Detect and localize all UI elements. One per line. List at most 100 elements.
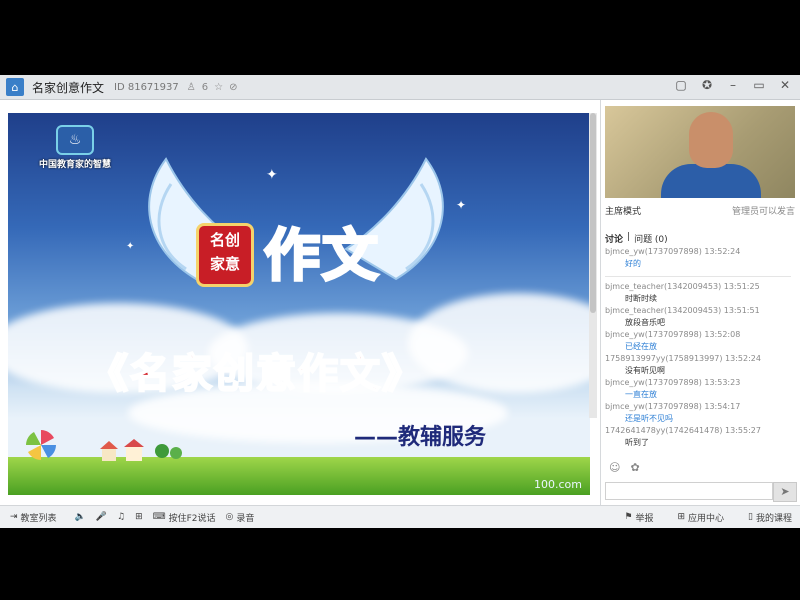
message-text: 还是听不见吗 <box>625 414 673 423</box>
maximize-icon[interactable]: ▭ <box>752 78 766 92</box>
watermark: 100.com <box>534 478 582 491</box>
presentation-slide: ♨ 中国教育家的智慧 ✦ ✦ ✦ 名创 家意 作文 《名家创意作文》 ——教辅服… <box>8 113 590 495</box>
message-meta: bjmce_teacher(1342009453) 13:51:25 <box>605 282 760 291</box>
app-center-button[interactable]: ⊞ 应用中心 <box>677 511 724 524</box>
mode-row: 主席模式 管理员可以发言 <box>605 204 795 217</box>
svg-text:✦: ✦ <box>456 198 466 212</box>
message-text: 好的 <box>625 259 641 268</box>
chat-input[interactable] <box>605 482 773 500</box>
book-icon: ▯ <box>748 512 753 522</box>
chat-message: bjmce_teacher(1342009453) 13:51:25 时断时续 <box>605 281 791 305</box>
title-badge: 名创 家意 <box>196 223 254 287</box>
keyboard-icon: ⌨ <box>152 512 166 522</box>
main-title: 《名家创意作文》 <box>87 349 424 398</box>
record-label: 录音 <box>236 513 255 524</box>
chat-message: bjmce_yw(1737097898) 13:53:23 一直在放 <box>605 377 791 401</box>
chat-log[interactable]: bjmce_yw(1737097898) 13:52:24 好的 bjmce_t… <box>605 246 791 456</box>
chat-tools: ☺ ✿ <box>609 461 640 474</box>
report-icon: ⚑ <box>624 512 633 522</box>
exit-icon: ⇥ <box>10 512 18 522</box>
svg-text:✦: ✦ <box>266 167 278 183</box>
bottom-right-actions: ⚑ 举报 ⊞ 应用中心 ▯ 我的课程 <box>614 506 792 528</box>
badge-line: 名创 <box>209 231 240 249</box>
courseware-list-label: 教室列表 <box>20 513 57 524</box>
bottom-toolbar: ⇥ 教室列表 🔈 🎤 ♫ ⊞ ⌨ 按住F2说话 ◎ 录音 ⚑ 举报 ⊞ 应用中心… <box>0 505 800 528</box>
room-id: ID 81671937 <box>114 81 179 93</box>
video-person-shirt <box>661 164 761 198</box>
message-text: 一直在放 <box>625 390 657 399</box>
record-icon: ◎ <box>225 512 234 522</box>
apps-icon: ⊞ <box>677 512 686 522</box>
report-label: 举报 <box>635 513 654 524</box>
viewer-count: 6 <box>201 81 209 93</box>
right-panel: 主席模式 管理员可以发言 讨论 | 问题 (0) bjmce_yw(173709… <box>600 100 800 505</box>
teacher-video[interactable] <box>605 106 795 198</box>
share-icon[interactable]: ⊘ <box>229 82 237 93</box>
music-icon[interactable]: ♫ <box>117 512 125 522</box>
courseware-list-button[interactable]: ⇥ 教室列表 <box>10 511 57 524</box>
message-meta: bjmce_yw(1737097898) 13:54:17 <box>605 402 741 411</box>
message-meta: bjmce_yw(1737097898) 13:52:08 <box>605 330 741 339</box>
hero-title: 作文 <box>263 222 380 291</box>
star-icon[interactable]: ☆ <box>214 82 223 93</box>
badge-line: 家意 <box>209 255 240 273</box>
chat-tabs: 讨论 | 问题 (0) <box>605 232 668 245</box>
message-text: 放段音乐吧 <box>625 318 665 327</box>
classroom-window: ⌂ 名家创意作文 ID 81671937 ♙ 6 ☆ ⊘ ▢ ✪ – ▭ ✕ ♨… <box>0 75 800 528</box>
send-icon: ➤ <box>780 485 790 498</box>
message-text: 没有听见啊 <box>625 366 665 375</box>
window-controls: ▢ ✪ – ▭ ✕ <box>674 78 792 92</box>
minimize-icon[interactable]: – <box>726 78 740 92</box>
speaker-icon[interactable]: 🔈 <box>75 512 86 522</box>
slide-logo: ♨ 中国教育家的智慧 <box>34 125 116 170</box>
record-button[interactable]: ◎ 录音 <box>226 511 255 524</box>
mode-label[interactable]: 主席模式 <box>605 204 641 217</box>
home-icon[interactable]: ⌂ <box>6 78 24 96</box>
volume-control-icon[interactable]: ⊞ <box>135 512 143 522</box>
video-person-head <box>689 112 733 168</box>
tab-discussion[interactable]: 讨论 <box>605 232 623 245</box>
pinwheel-icon <box>26 430 56 460</box>
report-button[interactable]: ⚑ 举报 <box>624 511 653 524</box>
slide-subtitle: ——教辅服务 <box>354 425 487 450</box>
app-center-label: 应用中心 <box>688 513 725 524</box>
message-meta: 1758913997yy(1758913997) 13:52:24 <box>605 354 761 363</box>
message-meta: 1742641478yy(1742641478) 13:55:27 <box>605 426 761 435</box>
chat-message: bjmce_yw(1737097898) 13:52:08 已经在放 <box>605 329 791 353</box>
message-meta: bjmce_yw(1737097898) 13:52:24 <box>605 247 741 256</box>
skin-icon[interactable]: ▢ <box>674 78 688 92</box>
chat-message: bjmce_teacher(1342009453) 13:51:51 放段音乐吧 <box>605 305 791 329</box>
window-title: 名家创意作文 <box>32 80 105 95</box>
scrollbar-thumb[interactable] <box>590 113 596 313</box>
hold-f2-label: 按住F2说话 <box>168 513 216 524</box>
flower-icon[interactable]: ✿ <box>630 461 639 474</box>
chat-divider <box>605 276 791 277</box>
user-icon: ♙ <box>186 81 196 93</box>
tab-divider: | <box>627 232 631 242</box>
chat-message: bjmce_yw(1737097898) 13:52:24 好的 <box>605 246 791 270</box>
permission-note: 管理员可以发言 <box>731 207 795 217</box>
hold-f2-button[interactable]: ⌨ 按住F2说话 <box>153 511 216 524</box>
room-meta: ♙ 6 ☆ ⊘ <box>187 82 238 93</box>
message-meta: bjmce_yw(1737097898) 13:53:23 <box>605 378 741 387</box>
chat-message: 1742641478yy(1742641478) 13:55:27 听到了 <box>605 425 791 449</box>
logo-text: 中国教育家的智慧 <box>38 160 111 170</box>
houses-illustration <box>100 439 182 461</box>
slide-scrollbar[interactable] <box>589 113 597 418</box>
send-button[interactable]: ➤ <box>773 482 797 502</box>
logo-emblem-icon: ♨ <box>56 125 94 155</box>
svg-text:✦: ✦ <box>126 241 134 252</box>
title-bar: ⌂ 名家创意作文 ID 81671937 ♙ 6 ☆ ⊘ ▢ ✪ – ▭ ✕ <box>0 75 800 100</box>
mic-icon[interactable]: 🎤 <box>96 512 107 522</box>
chat-message: 1758913997yy(1758913997) 13:52:24 没有听见啊 <box>605 353 791 377</box>
message-text: 已经在放 <box>625 342 657 351</box>
message-text: 听到了 <box>625 438 649 447</box>
my-courses-label: 我的课程 <box>755 513 792 524</box>
settings-icon[interactable]: ✪ <box>700 78 714 92</box>
chat-message: bjmce_yw(1737097898) 13:54:17 还是听不见吗 <box>605 401 791 425</box>
tab-questions[interactable]: 问题 (0) <box>634 232 668 245</box>
emoji-icon[interactable]: ☺ <box>609 461 620 474</box>
my-courses-button[interactable]: ▯ 我的课程 <box>748 511 792 524</box>
message-meta: bjmce_teacher(1342009453) 13:51:51 <box>605 306 760 315</box>
close-icon[interactable]: ✕ <box>778 78 792 92</box>
